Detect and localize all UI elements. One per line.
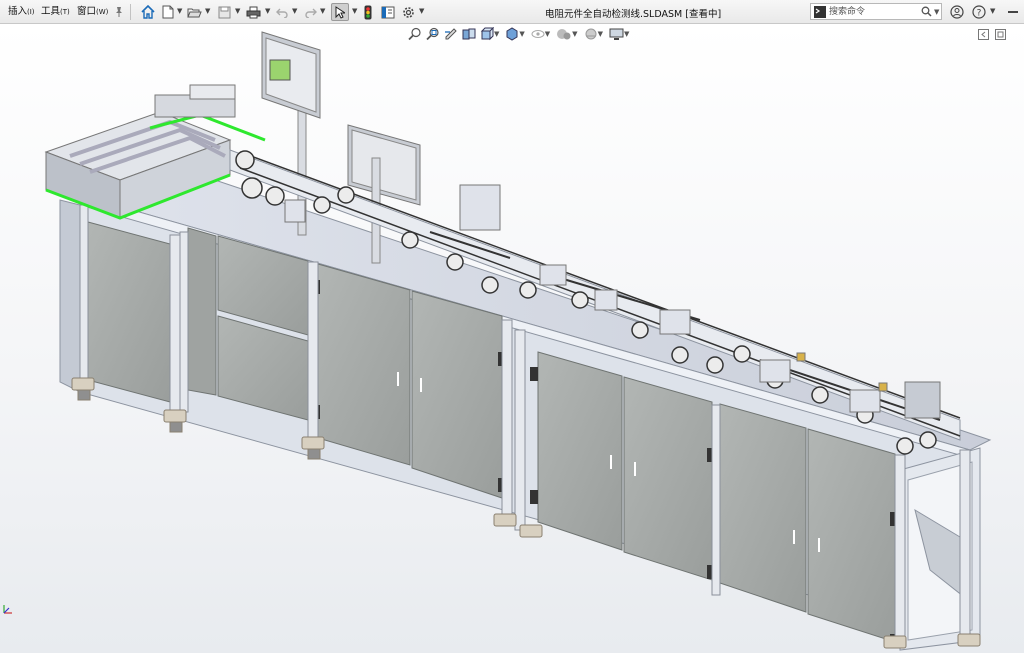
chevron-down-icon[interactable]: ▼: [292, 7, 297, 15]
chevron-down-icon[interactable]: ▼: [352, 7, 357, 15]
svg-text:?: ?: [977, 9, 982, 19]
menu-insert[interactable]: 插入(I): [8, 5, 35, 19]
chevron-down-icon[interactable]: ▼: [934, 8, 939, 16]
print-icon[interactable]: [245, 3, 262, 21]
assembly-model-view[interactable]: [0, 24, 1024, 653]
menu-tools-accel: (T): [60, 8, 70, 16]
chevron-down-icon[interactable]: ▼: [320, 7, 325, 15]
menu-tools[interactable]: 工具(T): [41, 5, 70, 19]
open-folder-icon[interactable]: [186, 3, 202, 21]
chevron-down-icon[interactable]: ▼: [990, 7, 995, 15]
magnifier-icon[interactable]: [921, 6, 932, 17]
help-icon[interactable]: ?: [971, 3, 987, 21]
command-prompt-icon: [814, 5, 826, 18]
graphics-area[interactable]: ▼ ▼ ▼ ▼ ▼ ▼: [0, 24, 1024, 653]
user-icon[interactable]: [949, 3, 965, 21]
undo-icon[interactable]: [275, 3, 289, 21]
menu-window-label: 窗口: [77, 6, 97, 17]
menu-window-accel: (W): [96, 8, 109, 16]
file-properties-icon[interactable]: [380, 3, 396, 21]
search-command-box[interactable]: ▼: [810, 3, 942, 20]
toolbar-separator: [130, 4, 131, 20]
menu-insert-accel: (I): [27, 8, 35, 16]
home-icon[interactable]: [140, 3, 156, 21]
select-arrow-icon[interactable]: [331, 3, 349, 21]
search-input[interactable]: [829, 4, 921, 19]
redo-icon[interactable]: [303, 3, 317, 21]
new-document-icon[interactable]: [161, 3, 175, 21]
save-icon[interactable]: [216, 3, 232, 21]
chevron-down-icon[interactable]: ▼: [419, 7, 424, 15]
chevron-down-icon[interactable]: ▼: [235, 7, 240, 15]
chevron-down-icon[interactable]: ▼: [205, 7, 210, 15]
menu-window[interactable]: 窗口(W): [77, 5, 108, 19]
traffic-light-icon[interactable]: [362, 3, 374, 21]
chevron-down-icon[interactable]: ▼: [177, 7, 182, 15]
axis-triad-icon: [3, 605, 12, 614]
menu-tools-label: 工具: [41, 6, 61, 17]
menu-toolbar-bar: 插入(I) 工具(T) 窗口(W) ▼ ▼ ▼ ▼ ▼ ▼ ▼ ▼ 电阻元件全自: [0, 0, 1024, 24]
chevron-down-icon[interactable]: ▼: [265, 7, 270, 15]
pin-icon[interactable]: [113, 3, 125, 21]
window-title: 电阻元件全自动检测线.SLDASM [查看中]: [545, 9, 722, 20]
menu-insert-label: 插入: [8, 6, 28, 17]
minimize-icon[interactable]: [1006, 3, 1020, 21]
options-gear-icon[interactable]: [400, 3, 416, 21]
